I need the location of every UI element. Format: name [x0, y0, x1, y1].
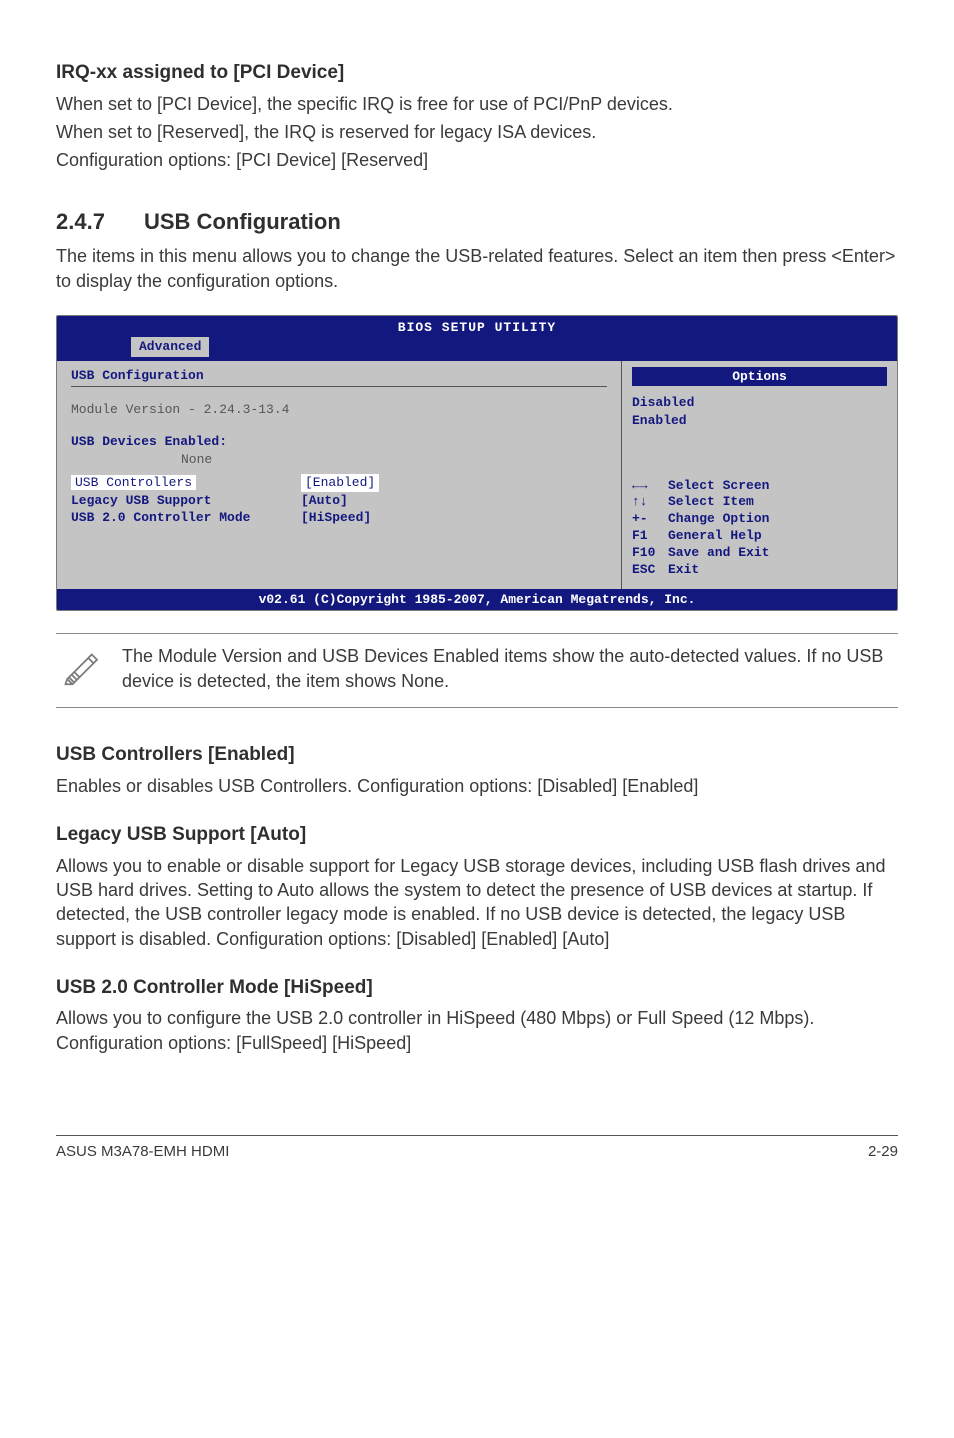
- bios-row-sel-value: [Enabled]: [301, 474, 379, 492]
- bios-tab-advanced: Advanced: [131, 337, 209, 357]
- bios-tab-row: Advanced: [57, 337, 897, 361]
- heading-mode: USB 2.0 Controller Mode [HiSpeed]: [56, 975, 898, 1001]
- key-text: Change Option: [668, 511, 769, 526]
- text-usbcfg-intro: The items in this menu allows you to cha…: [56, 244, 898, 293]
- bios-row-label: Legacy USB Support: [71, 492, 301, 510]
- bios-title: BIOS SETUP UTILITY: [57, 316, 897, 338]
- bios-options-title: Options: [632, 367, 887, 387]
- footer-left: ASUS M3A78-EMH HDMI: [56, 1142, 229, 1162]
- bios-row-sel-label: USB Controllers: [71, 475, 196, 490]
- heading-title: USB Configuration: [144, 209, 341, 234]
- key-icon: ←→: [632, 478, 668, 495]
- pencil-note-icon: [62, 644, 104, 692]
- bios-row-value: [HiSpeed]: [301, 509, 371, 527]
- bios-option: Enabled: [632, 412, 887, 430]
- heading-legacy: Legacy USB Support [Auto]: [56, 822, 898, 848]
- text-legacy: Allows you to enable or disable support …: [56, 854, 898, 951]
- bios-left-pane: USB Configuration Module Version - 2.24.…: [57, 361, 621, 589]
- page-footer: ASUS M3A78-EMH HDMI 2-29: [56, 1135, 898, 1162]
- footer-right: 2-29: [868, 1142, 898, 1162]
- heading-number: 2.4.7: [56, 207, 144, 237]
- key-text: Save and Exit: [668, 545, 769, 560]
- bios-row-label: USB 2.0 Controller Mode: [71, 509, 301, 527]
- heading-irq: IRQ-xx assigned to [PCI Device]: [56, 60, 898, 86]
- key-text: General Help: [668, 528, 762, 543]
- text-ctrl: Enables or disables USB Controllers. Con…: [56, 774, 898, 798]
- heading-ctrl: USB Controllers [Enabled]: [56, 742, 898, 768]
- bios-devices-value: None: [71, 451, 607, 469]
- heading-usb-config: 2.4.7USB Configuration: [56, 207, 898, 237]
- key-text: Select Item: [668, 494, 754, 509]
- key-icon: ↑↓: [632, 494, 668, 511]
- bios-screenshot: BIOS SETUP UTILITY Advanced USB Configur…: [56, 315, 898, 612]
- key-text: Select Screen: [668, 478, 769, 493]
- key-text: Exit: [668, 562, 699, 577]
- text-irq-3: Configuration options: [PCI Device] [Res…: [56, 148, 898, 172]
- bios-section-header: USB Configuration: [71, 367, 607, 388]
- text-mode: Allows you to configure the USB 2.0 cont…: [56, 1006, 898, 1055]
- bios-help-keys: ←→Select Screen ↑↓Select Item +-Change O…: [632, 478, 887, 579]
- bios-right-pane: Options Disabled Enabled ←→Select Screen…: [621, 361, 897, 589]
- bios-footer: v02.61 (C)Copyright 1985-2007, American …: [57, 589, 897, 611]
- bios-devices-header: USB Devices Enabled:: [71, 433, 607, 451]
- key-icon: ESC: [632, 562, 668, 579]
- note-text: The Module Version and USB Devices Enabl…: [122, 644, 892, 693]
- bios-option: Disabled: [632, 394, 887, 412]
- note-band: The Module Version and USB Devices Enabl…: [56, 633, 898, 708]
- bios-row-value: [Auto]: [301, 492, 348, 510]
- text-irq-1: When set to [PCI Device], the specific I…: [56, 92, 898, 116]
- key-icon: +-: [632, 511, 668, 528]
- bios-module-line: Module Version - 2.24.3-13.4: [71, 401, 607, 419]
- text-irq-2: When set to [Reserved], the IRQ is reser…: [56, 120, 898, 144]
- key-icon: F1: [632, 528, 668, 545]
- key-icon: F10: [632, 545, 668, 562]
